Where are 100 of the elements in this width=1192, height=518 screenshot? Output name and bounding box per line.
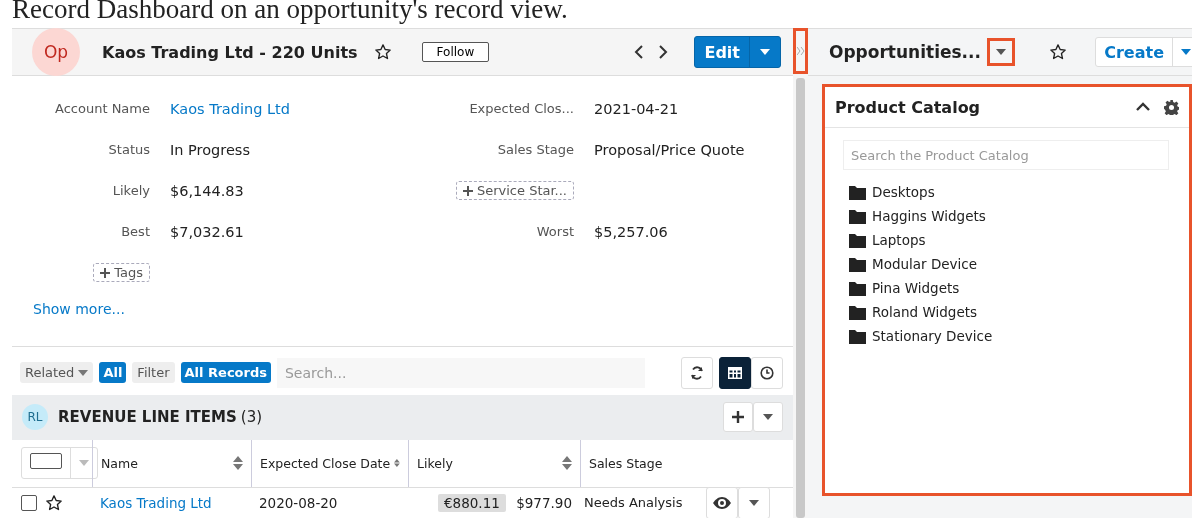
- column-header[interactable]: Name: [92, 439, 251, 487]
- catalog-search-field[interactable]: Search the Product Catalog: [843, 140, 1169, 170]
- add-field-button[interactable]: Tags: [93, 263, 150, 282]
- field-label: Expected Clos...: [469, 101, 574, 116]
- refresh-icon: [690, 365, 704, 380]
- field-label: Best: [121, 224, 150, 239]
- clock-icon: [760, 365, 774, 380]
- folder-icon: [848, 279, 867, 297]
- row-checkbox[interactable]: [21, 495, 37, 511]
- field-value: Proposal/Price Quote: [594, 141, 746, 158]
- module-avatar: RL: [22, 404, 48, 431]
- plus-icon: [462, 185, 473, 196]
- folder-label: Pina Widgets: [872, 280, 960, 296]
- field-link[interactable]: Kaos Trading Ltd: [170, 100, 418, 117]
- collapse-icon[interactable]: [1136, 102, 1150, 112]
- table-cell: Needs Analysis: [584, 495, 683, 511]
- related-dropdown[interactable]: Related: [20, 362, 94, 384]
- settings-icon[interactable]: [1164, 99, 1179, 115]
- dashboard-toggle-handle[interactable]: [793, 28, 808, 74]
- column-label: Likely: [417, 455, 453, 471]
- field-value: $5,257.06: [594, 223, 669, 240]
- column-label: Expected Close Date: [260, 455, 391, 471]
- mass-select-control[interactable]: [21, 447, 98, 480]
- search-field[interactable]: Search...: [277, 357, 645, 388]
- plus-icon: [732, 411, 744, 424]
- add-button[interactable]: [723, 402, 753, 433]
- favorite-star-icon[interactable]: [1049, 43, 1067, 61]
- eye-icon: [713, 497, 731, 509]
- field-label: Sales Stage: [497, 142, 574, 157]
- related-value-tag[interactable]: All: [99, 362, 127, 384]
- catalog-folder[interactable]: Haggins Widgets: [848, 206, 986, 226]
- column-label: Sales Stage: [589, 455, 663, 471]
- folder-icon: [848, 255, 867, 273]
- catalog-folder[interactable]: Laptops: [848, 230, 926, 250]
- folder-label: Roland Widgets: [872, 304, 978, 320]
- folder-label: Laptops: [872, 232, 926, 248]
- favorite-star-icon[interactable]: [373, 43, 392, 61]
- folder-label: Haggins Widgets: [872, 208, 986, 224]
- edit-button[interactable]: Edit: [695, 37, 749, 67]
- field-value: In Progress: [170, 141, 251, 158]
- table-cell: $977.90: [516, 495, 572, 511]
- table-cell: 2020-08-20: [259, 495, 338, 511]
- record-avatar: Op: [32, 28, 80, 76]
- folder-icon: [848, 183, 867, 201]
- field-label: Likely: [112, 183, 150, 198]
- caret-icon: [763, 414, 773, 421]
- folder-label: Modular Device: [872, 256, 978, 272]
- grid-icon: [728, 366, 742, 379]
- follow-button[interactable]: Follow: [421, 42, 490, 62]
- converted-amount: €880.11: [438, 494, 506, 512]
- filter-value-tag[interactable]: All Records: [180, 362, 271, 384]
- view-toggle-button[interactable]: [719, 356, 751, 389]
- favorite-star-icon[interactable]: [45, 494, 63, 512]
- dashboard-title: Opportunities...: [829, 42, 981, 62]
- scrollbar[interactable]: [796, 78, 805, 518]
- column-header[interactable]: Expected Close Date: [251, 439, 408, 487]
- create-dropdown[interactable]: [1172, 38, 1192, 66]
- catalog-folder[interactable]: Stationary Device: [848, 326, 993, 346]
- show-more-link[interactable]: Show more...: [12, 293, 125, 317]
- folder-icon: [848, 327, 867, 345]
- field-label: Status: [108, 142, 150, 157]
- field-value: 2021-04-21: [594, 100, 680, 117]
- caret-icon: [78, 369, 89, 376]
- folder-label: Stationary Device: [872, 328, 993, 344]
- field-value: $6,144.83: [170, 182, 245, 199]
- caret-icon: [1181, 49, 1191, 55]
- subpanel-title: REVENUE LINE ITEMS: [58, 408, 237, 427]
- previous-icon[interactable]: [634, 45, 645, 59]
- sort-icon[interactable]: [562, 456, 572, 471]
- record-count: (3): [240, 408, 263, 427]
- refresh-button[interactable]: [681, 356, 713, 389]
- column-header[interactable]: Likely: [408, 439, 580, 487]
- field-value: $7,032.61: [170, 223, 245, 240]
- column-label: Name: [101, 455, 138, 471]
- add-field-button[interactable]: Service Star...: [455, 181, 574, 200]
- caret-icon: [996, 49, 1006, 55]
- catalog-folder[interactable]: Desktops: [848, 182, 935, 202]
- table-cell-link[interactable]: Kaos Trading Ltd: [100, 495, 212, 511]
- catalog-folder[interactable]: Roland Widgets: [848, 302, 978, 322]
- caption-text: Record Dashboard on an opportunity's record view.: [12, 0, 568, 25]
- plus-icon: [100, 267, 111, 278]
- catalog-folder[interactable]: Modular Device: [848, 254, 978, 274]
- subpanel-actions-dropdown[interactable]: [753, 402, 783, 433]
- dashboard-dropdown[interactable]: [989, 40, 1013, 64]
- select-all-checkbox[interactable]: [30, 453, 62, 470]
- row-actions-dropdown[interactable]: [738, 487, 770, 518]
- preview-button[interactable]: [706, 487, 738, 518]
- sort-icon[interactable]: [233, 456, 243, 471]
- folder-icon: [848, 207, 867, 225]
- field-label: Account Name: [55, 101, 150, 116]
- field-label: Worst: [536, 224, 574, 239]
- folder-icon: [848, 303, 867, 321]
- catalog-folder[interactable]: Pina Widgets: [848, 278, 960, 298]
- dashlet-title: Product Catalog: [835, 97, 982, 117]
- column-header[interactable]: Sales Stage: [580, 439, 702, 487]
- next-icon[interactable]: [658, 45, 669, 59]
- caret-icon: [749, 500, 759, 506]
- filter-label: Filter: [132, 362, 175, 384]
- record-title: Kaos Trading Ltd - 220 Units: [102, 42, 358, 62]
- double-chevron-icon: [796, 47, 805, 55]
